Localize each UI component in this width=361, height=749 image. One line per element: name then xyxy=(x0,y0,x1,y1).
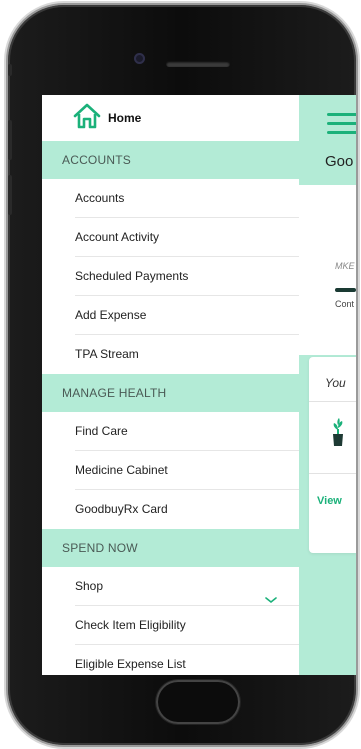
home-button[interactable] xyxy=(156,680,240,724)
menu-item-account-activity[interactable]: Account Activity xyxy=(42,218,299,257)
menu-item-shop-label: Shop xyxy=(75,579,104,593)
plant-icon xyxy=(331,417,345,452)
bg-progress-bar xyxy=(335,288,356,292)
screen: Goo MKE Cont You View Home ACCOUNTS Acco… xyxy=(42,95,356,675)
section-header-manage-health: MANAGE HEALTH xyxy=(42,374,299,412)
bg-summary-panel: MKE Cont xyxy=(299,185,356,355)
background-app: Goo MKE Cont You View xyxy=(299,95,356,675)
menu-item-home-label: Home xyxy=(108,111,142,125)
hamburger-icon[interactable] xyxy=(327,113,356,140)
menu-item-shop[interactable]: Shop xyxy=(42,567,299,606)
menu-item-goodbuyrx-card[interactable]: GoodbuyRx Card xyxy=(42,490,299,529)
menu-item-medicine-cabinet[interactable]: Medicine Cabinet xyxy=(42,451,299,490)
menu-item-find-care[interactable]: Find Care xyxy=(42,412,299,451)
bg-caption: Cont xyxy=(335,299,355,309)
volume-up-button xyxy=(8,120,12,160)
phone-frame: Goo MKE Cont You View Home ACCOUNTS Acco… xyxy=(8,5,356,745)
bg-account-label: MKE xyxy=(335,261,355,271)
divider xyxy=(309,401,356,402)
camera xyxy=(134,53,145,64)
home-icon xyxy=(72,103,102,134)
menu-item-check-item-eligibility[interactable]: Check Item Eligibility xyxy=(42,606,299,645)
bg-card: You View xyxy=(309,357,356,553)
speaker xyxy=(166,61,230,67)
menu-item-tpa-stream[interactable]: TPA Stream xyxy=(42,335,299,374)
bg-card-heading: You xyxy=(325,376,346,390)
side-menu: Home ACCOUNTS Accounts Account Activity … xyxy=(42,95,299,675)
menu-item-accounts[interactable]: Accounts xyxy=(42,179,299,218)
bg-page-title: Goo xyxy=(325,153,354,170)
mute-switch xyxy=(8,64,12,76)
section-header-spend-now: SPEND NOW xyxy=(42,529,299,567)
menu-item-home[interactable]: Home xyxy=(42,95,299,141)
menu-item-scheduled-payments[interactable]: Scheduled Payments xyxy=(42,257,299,296)
section-header-accounts: ACCOUNTS xyxy=(42,141,299,179)
volume-down-button xyxy=(8,175,12,215)
divider xyxy=(309,473,356,474)
bg-view-link[interactable]: View xyxy=(317,495,342,507)
menu-item-eligible-expense-list[interactable]: Eligible Expense List xyxy=(42,645,299,675)
menu-item-add-expense[interactable]: Add Expense xyxy=(42,296,299,335)
